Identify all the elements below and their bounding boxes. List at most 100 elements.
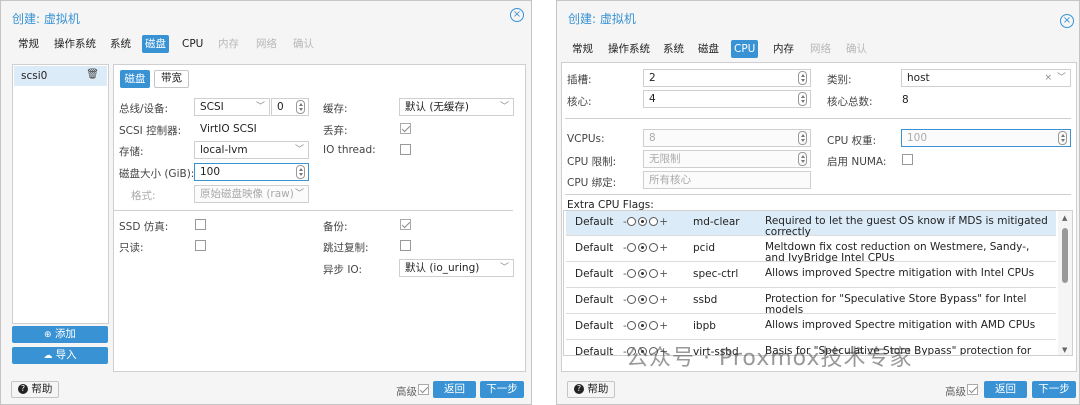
- bus-index-spinner[interactable]: 0: [271, 98, 309, 116]
- readonly-label: 只读:: [119, 242, 144, 254]
- flag-toggle[interactable]: - +: [623, 242, 668, 254]
- list-item[interactable]: scsi0 🗑: [14, 66, 107, 86]
- disk-list: scsi0 🗑: [12, 64, 109, 324]
- scroll-up-icon[interactable]: ▲: [1062, 214, 1067, 222]
- flag-toggle[interactable]: - +: [623, 320, 668, 332]
- flag-toggle[interactable]: - +: [623, 216, 668, 228]
- flag-toggle[interactable]: - +: [623, 294, 668, 306]
- tab-general[interactable]: 常规: [15, 35, 42, 53]
- clear-icon[interactable]: ×: [1044, 70, 1052, 86]
- advanced-checkbox[interactable]: [967, 384, 978, 395]
- import-disk-button[interactable]: ☁ 导入: [12, 347, 108, 364]
- skip-replication-label: 跳过复制:: [323, 242, 369, 254]
- radio-off[interactable]: [627, 321, 637, 330]
- cpu-affinity-label: CPU 绑定:: [567, 177, 617, 189]
- help-button[interactable]: ? 帮助: [11, 381, 60, 398]
- ssd-checkbox[interactable]: [195, 219, 206, 230]
- table-row[interactable]: Default - + spec-ctrl Allows improved Spectr…: [566, 263, 1056, 288]
- spinner-icon: [798, 152, 807, 166]
- cores-input[interactable]: 4: [643, 90, 811, 108]
- bus-select[interactable]: SCSI ﹀: [194, 98, 270, 116]
- format-select[interactable]: 原始磁盘映像 (raw) ﹀: [194, 185, 309, 203]
- iothread-checkbox[interactable]: [400, 144, 411, 155]
- cpu-type-select[interactable]: host × ﹀: [901, 69, 1071, 87]
- tab-disks[interactable]: 磁盘: [695, 40, 722, 58]
- radio-on[interactable]: [649, 295, 659, 304]
- async-io-label: 异步 IO:: [323, 264, 363, 276]
- tab-disks[interactable]: 磁盘: [142, 35, 169, 53]
- scrollbar[interactable]: ▲ ▼: [1058, 211, 1072, 355]
- table-row[interactable]: Default - + pcid Meltdown fix cost reduction…: [566, 237, 1056, 264]
- tab-memory[interactable]: 内存: [215, 35, 242, 53]
- tab-network[interactable]: 网络: [807, 40, 834, 58]
- radio-off[interactable]: [627, 243, 637, 252]
- disk-size-input[interactable]: 100: [194, 163, 309, 181]
- scroll-down-icon[interactable]: ▼: [1062, 346, 1067, 354]
- next-button[interactable]: 下一步: [480, 381, 524, 398]
- tab-network[interactable]: 网络: [253, 35, 280, 53]
- radio-on[interactable]: [649, 321, 659, 330]
- cache-label: 缓存:: [323, 103, 348, 115]
- radio-default[interactable]: [638, 269, 648, 278]
- radio-default[interactable]: [638, 243, 648, 252]
- storage-label: 存储:: [119, 146, 144, 158]
- flag-toggle[interactable]: - +: [623, 268, 668, 280]
- discard-checkbox[interactable]: [400, 123, 411, 134]
- subtab-disk[interactable]: 磁盘: [120, 70, 150, 88]
- flag-name: spec-ctrl: [693, 268, 739, 280]
- readonly-checkbox[interactable]: [195, 240, 206, 251]
- storage-select[interactable]: local-lvm ﹀: [194, 141, 309, 159]
- tab-memory[interactable]: 内存: [770, 40, 797, 58]
- spinner-icon: [798, 131, 807, 145]
- radio-off[interactable]: [627, 295, 637, 304]
- radio-off[interactable]: [627, 269, 637, 278]
- cpu-limit-input[interactable]: 无限制: [643, 150, 811, 168]
- tab-os[interactable]: 操作系统: [605, 40, 653, 58]
- vcpus-input[interactable]: 8: [643, 129, 811, 147]
- table-row[interactable]: Default - + ibpb Allows improved Spectre mit…: [566, 315, 1056, 340]
- skip-replication-checkbox[interactable]: [400, 240, 411, 251]
- help-button[interactable]: ? 帮助: [567, 381, 616, 398]
- flag-state: Default: [575, 294, 614, 306]
- back-button[interactable]: 返回: [433, 381, 476, 398]
- radio-default[interactable]: [638, 295, 648, 304]
- tab-system[interactable]: 系统: [107, 35, 134, 53]
- radio-on[interactable]: [649, 243, 659, 252]
- add-disk-button[interactable]: ⊕ 添加: [12, 326, 108, 343]
- sockets-label: 插槽:: [567, 74, 592, 86]
- radio-on[interactable]: [649, 217, 659, 226]
- flag-name: pcid: [693, 242, 716, 254]
- tab-cpu[interactable]: CPU: [731, 40, 759, 58]
- subtab-bandwidth[interactable]: 带宽: [154, 70, 189, 88]
- scrollbar-thumb[interactable]: [1062, 228, 1068, 283]
- radio-on[interactable]: [649, 269, 659, 278]
- table-row[interactable]: Default - + ssbd Protection for "Speculative…: [566, 289, 1056, 316]
- async-io-select[interactable]: 默认 (io_uring) ﹀: [399, 259, 514, 277]
- cache-select[interactable]: 默认 (无缓存) ﹀: [399, 98, 514, 116]
- close-icon[interactable]: ×: [510, 8, 524, 22]
- table-row[interactable]: Default - + md-clear Required to let the gue…: [566, 211, 1056, 238]
- advanced-checkbox[interactable]: [418, 384, 429, 395]
- tab-os[interactable]: 操作系统: [51, 35, 99, 53]
- total-cores-label: 核心总数:: [827, 96, 873, 108]
- tab-confirm[interactable]: 确认: [843, 40, 870, 58]
- close-icon[interactable]: ×: [1060, 14, 1074, 28]
- backup-checkbox[interactable]: [400, 219, 411, 230]
- trash-icon[interactable]: 🗑: [86, 69, 99, 80]
- tab-cpu[interactable]: CPU: [179, 35, 206, 53]
- cpu-affinity-input[interactable]: 所有核心: [643, 171, 811, 189]
- tab-confirm[interactable]: 确认: [290, 35, 317, 53]
- tab-system[interactable]: 系统: [660, 40, 687, 58]
- tab-general[interactable]: 常规: [569, 40, 596, 58]
- sockets-input[interactable]: 2: [643, 69, 811, 87]
- backup-label: 备份:: [323, 221, 348, 233]
- next-button[interactable]: 下一步: [1032, 381, 1076, 398]
- numa-checkbox[interactable]: [902, 154, 913, 165]
- radio-default[interactable]: [638, 321, 648, 330]
- radio-default[interactable]: [638, 217, 648, 226]
- cpu-type-label: 类别:: [827, 74, 852, 86]
- cpu-weight-input[interactable]: 100: [901, 129, 1071, 147]
- chevron-down-icon: ﹀: [294, 145, 304, 155]
- radio-off[interactable]: [627, 217, 637, 226]
- back-button[interactable]: 返回: [984, 381, 1027, 398]
